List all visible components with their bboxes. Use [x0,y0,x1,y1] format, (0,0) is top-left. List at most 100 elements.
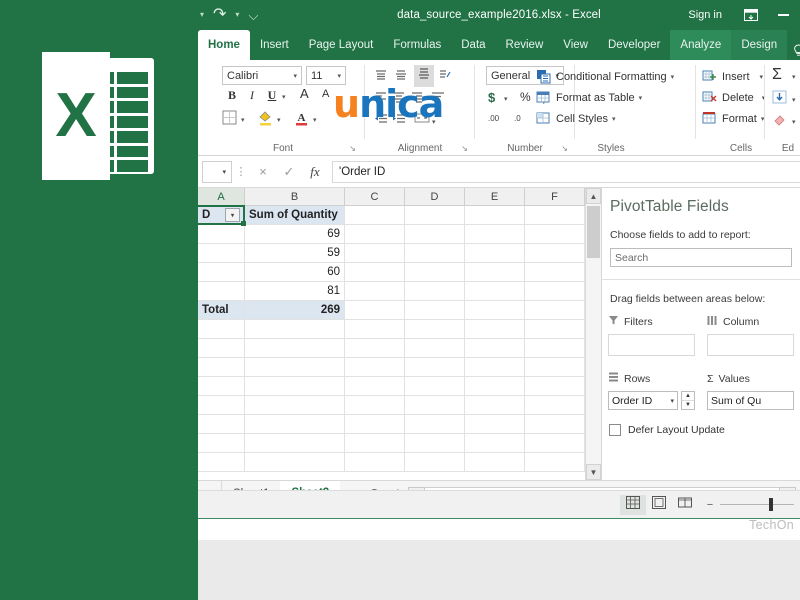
cell-d12[interactable] [405,415,465,434]
format-as-table-button[interactable]: Format as Table ▾ [536,87,686,108]
cell-b10[interactable] [245,377,345,396]
cell-c1[interactable] [345,206,405,225]
column-header-c[interactable]: C [345,188,405,205]
cell-a7[interactable] [198,320,245,339]
cell-d2[interactable] [405,225,465,244]
font-dialog-launcher-icon[interactable]: ↘ [349,144,356,153]
tell-me-search[interactable]: T [787,44,800,60]
pivot-filters-dropzone[interactable] [608,334,695,356]
pivot-values-field[interactable]: Sum of Qu [707,391,794,410]
cell-d4[interactable] [405,263,465,282]
cell-b9[interactable] [245,358,345,377]
autosum-chevron-icon[interactable]: ▾ [792,73,796,81]
cell-d14[interactable] [405,453,465,472]
cell-a14[interactable] [198,453,245,472]
cell-f6[interactable] [525,301,585,320]
cell-e8[interactable] [465,339,525,358]
column-header-d[interactable]: D [405,188,465,205]
cell-e3[interactable] [465,244,525,263]
cell-c11[interactable] [345,396,405,415]
tab-page-layout[interactable]: Page Layout [299,30,384,60]
shrink-font-button[interactable]: A [322,88,329,100]
grow-font-button[interactable]: A [300,86,309,101]
cell-f5[interactable] [525,282,585,301]
accounting-format-button[interactable]: $ [488,90,495,105]
borders-icon[interactable] [222,110,237,130]
formula-input[interactable]: 'Order ID [332,161,800,183]
cell-c7[interactable] [345,320,405,339]
cell-b2[interactable]: 69 [245,225,345,244]
underline-button[interactable]: U [264,88,280,103]
cell-f11[interactable] [525,396,585,415]
decrease-decimal-button[interactable]: .0 [514,114,521,123]
cell-a3[interactable] [198,244,245,263]
cell-b14[interactable] [245,453,345,472]
spinner-up-icon[interactable]: ▲ [682,392,694,401]
pivot-filter-button[interactable]: ▾ [225,208,240,222]
cell-c14[interactable] [345,453,405,472]
cell-a1[interactable]: D ▾ [198,206,245,225]
column-header-e[interactable]: E [465,188,525,205]
cell-b7[interactable] [245,320,345,339]
scroll-up-button[interactable]: ▲ [586,188,601,204]
tab-developer[interactable]: Developer [598,30,670,60]
font-name-combo[interactable]: Calibri ▾ [222,66,302,85]
cell-d10[interactable] [405,377,465,396]
bold-button[interactable]: B [224,88,240,103]
cell-a8[interactable] [198,339,245,358]
scroll-down-button[interactable]: ▼ [586,464,601,480]
cell-a12[interactable] [198,415,245,434]
cell-b6[interactable]: 269 [245,301,345,320]
scroll-thumb[interactable] [587,206,600,258]
accounting-chevron-icon[interactable]: ▾ [504,95,508,103]
pivot-columns-dropzone[interactable] [707,334,794,356]
spinner-down-icon[interactable]: ▼ [682,401,694,409]
cell-e6[interactable] [465,301,525,320]
cell-f9[interactable] [525,358,585,377]
cell-e4[interactable] [465,263,525,282]
defer-layout-update-checkbox[interactable] [609,424,621,436]
page-layout-view-button[interactable] [646,495,672,515]
cell-a5[interactable] [198,282,245,301]
cell-c8[interactable] [345,339,405,358]
column-header-f[interactable]: F [525,188,585,205]
cell-d13[interactable] [405,434,465,453]
fill-color-chevron-icon[interactable]: ▾ [277,116,281,124]
cell-c3[interactable] [345,244,405,263]
cell-d11[interactable] [405,396,465,415]
cell-e13[interactable] [465,434,525,453]
cell-e9[interactable] [465,358,525,377]
pivot-rows-spinner[interactable]: ▲ ▼ [681,391,695,410]
conditional-formatting-button[interactable]: Conditional Formatting ▾ [536,66,686,87]
autosum-icon[interactable]: Σ [772,66,782,84]
insert-function-icon[interactable]: fx [302,164,328,180]
cell-a6[interactable]: Total [198,301,245,320]
cell-f10[interactable] [525,377,585,396]
cell-e2[interactable] [465,225,525,244]
cell-f12[interactable] [525,415,585,434]
name-box[interactable]: ▾ [202,161,232,183]
cell-b3[interactable]: 59 [245,244,345,263]
cell-e5[interactable] [465,282,525,301]
increase-decimal-button[interactable]: .00 [488,114,499,123]
cell-d9[interactable] [405,358,465,377]
tab-formulas[interactable]: Formulas [383,30,451,60]
cell-d1[interactable] [405,206,465,225]
column-header-a[interactable]: A [198,188,245,205]
font-color-icon[interactable]: A [294,110,309,131]
sign-in-button[interactable]: Sign in [674,9,736,21]
tab-view[interactable]: View [553,30,598,60]
zoom-out-button[interactable]: − [704,499,716,511]
cell-c12[interactable] [345,415,405,434]
cell-styles-button[interactable]: Cell Styles ▾ [536,108,686,129]
cell-f2[interactable] [525,225,585,244]
tab-design[interactable]: Design [731,30,787,60]
cell-a10[interactable] [198,377,245,396]
cell-e10[interactable] [465,377,525,396]
cell-e11[interactable] [465,396,525,415]
cell-c6[interactable] [345,301,405,320]
cell-d6[interactable] [405,301,465,320]
zoom-control[interactable]: − [698,499,800,511]
cell-d3[interactable] [405,244,465,263]
cell-b1[interactable]: Sum of Quantity [245,206,345,225]
